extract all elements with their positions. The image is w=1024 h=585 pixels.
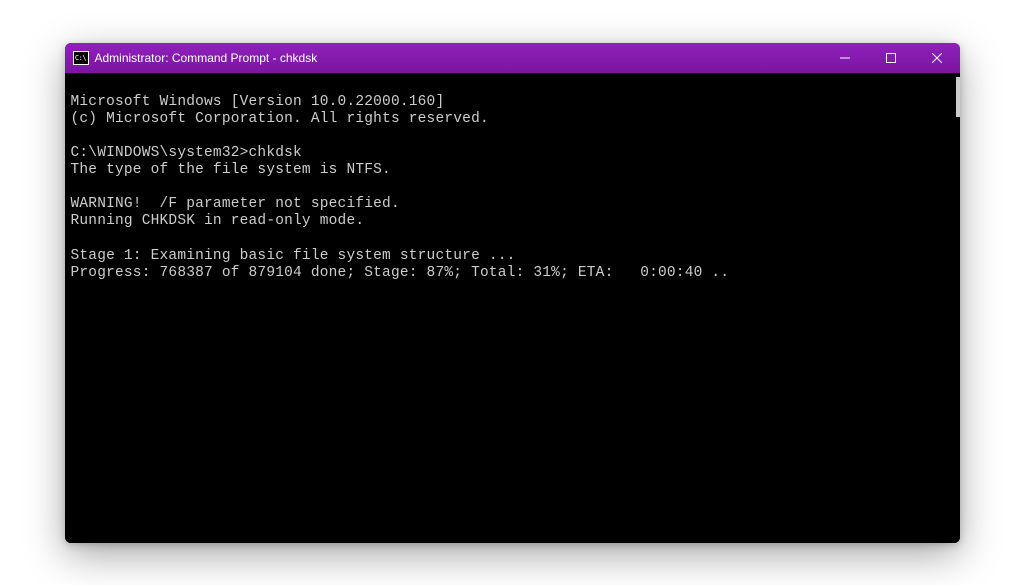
output-line: The type of the file system is NTFS. (71, 162, 391, 178)
terminal-output[interactable]: Microsoft Windows [Version 10.0.22000.16… (65, 73, 960, 543)
progress-line: Progress: 768387 of 879104 done; Stage: … (71, 265, 730, 281)
output-line: Microsoft Windows [Version 10.0.22000.16… (71, 94, 445, 110)
output-line: (c) Microsoft Corporation. All rights re… (71, 111, 489, 127)
command-prompt-window: C:\ Administrator: Command Prompt - chkd… (65, 43, 960, 543)
window-title: Administrator: Command Prompt - chkdsk (95, 51, 318, 65)
output-line: WARNING! /F parameter not specified. (71, 196, 400, 212)
titlebar[interactable]: C:\ Administrator: Command Prompt - chkd… (65, 43, 960, 73)
maximize-button[interactable] (868, 43, 914, 73)
minimize-button[interactable] (822, 43, 868, 73)
output-line: Stage 1: Examining basic file system str… (71, 248, 516, 264)
output-line: Running CHKDSK in read-only mode. (71, 213, 365, 229)
window-controls (822, 43, 960, 73)
scrollbar-thumb[interactable] (956, 77, 960, 117)
prompt-line: C:\WINDOWS\system32>chkdsk (71, 145, 302, 161)
close-button[interactable] (914, 43, 960, 73)
cmd-icon: C:\ (73, 51, 89, 65)
